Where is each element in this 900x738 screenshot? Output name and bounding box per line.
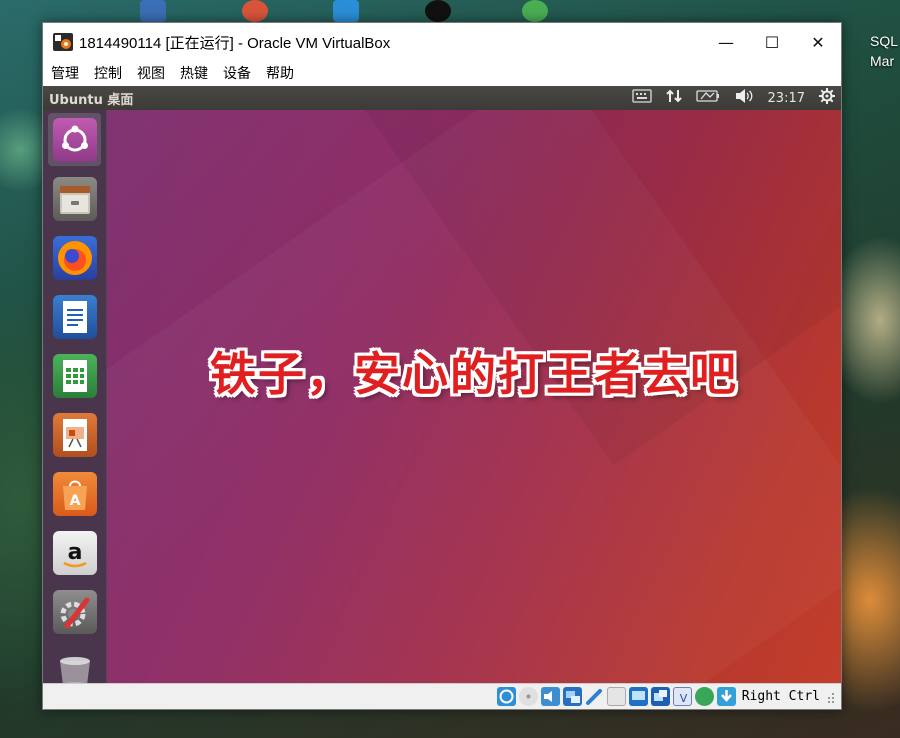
launcher-calc[interactable] — [48, 349, 101, 402]
launcher-firefox[interactable] — [48, 231, 101, 284]
window-title: 1814490114 [正在运行] - Oracle VM VirtualBox — [79, 34, 391, 52]
launcher-writer[interactable] — [48, 290, 101, 343]
title-bar[interactable]: 1814490114 [正在运行] - Oracle VM VirtualBox… — [43, 23, 841, 61]
optical-disk-icon[interactable] — [518, 687, 538, 706]
shared-folder-icon[interactable] — [606, 687, 626, 706]
launcher-dash[interactable] — [48, 113, 101, 166]
battery-icon[interactable] — [695, 89, 720, 107]
launcher-impress[interactable] — [48, 408, 101, 461]
system-tray: 23:17 — [631, 88, 835, 108]
download-icon[interactable] — [716, 687, 736, 706]
video-capture-icon[interactable] — [650, 687, 670, 706]
close-button[interactable]: ✕ — [795, 23, 841, 61]
virtualbox-window: 1814490114 [正在运行] - Oracle VM VirtualBox… — [42, 22, 842, 710]
desktop-app-icon-2[interactable] — [242, 0, 268, 22]
amazon-icon: a — [52, 530, 97, 575]
keyboard-icon[interactable] — [631, 89, 652, 107]
virtualbox-app-icon — [53, 33, 73, 51]
menu-bar: 管理 控制 视图 热键 设备 帮助 — [43, 61, 841, 85]
desktop-app-icon-5[interactable] — [522, 0, 548, 22]
launcher-software[interactable]: A — [48, 467, 101, 520]
menu-help[interactable]: 帮助 — [266, 63, 294, 83]
system-settings-icon — [52, 589, 97, 634]
display-icon[interactable] — [628, 687, 648, 706]
maximize-button[interactable]: ☐ — [749, 23, 795, 61]
menu-devices[interactable]: 设备 — [223, 63, 251, 83]
svg-text:a: a — [67, 540, 82, 565]
launcher-amazon[interactable]: a — [48, 526, 101, 579]
desktop-label-sql[interactable]: SQL — [870, 33, 900, 49]
usb-icon[interactable] — [585, 687, 604, 706]
status-bar: V Right Ctrl — [43, 683, 841, 709]
mouse-integration-icon[interactable] — [694, 687, 714, 706]
hard-disk-icon[interactable] — [496, 687, 516, 706]
desktop-app-icon-3[interactable] — [333, 0, 359, 22]
resize-grip-icon[interactable] — [825, 690, 835, 704]
network-adapter-icon[interactable] — [562, 687, 582, 706]
panel-title: Ubuntu 桌面 — [49, 92, 134, 108]
menu-control[interactable]: 控制 — [94, 63, 122, 83]
desktop-app-icon-1[interactable] — [140, 0, 166, 22]
audio-icon[interactable] — [540, 687, 560, 706]
desktop-label-mar[interactable]: Mar — [870, 53, 900, 69]
ubuntu-dash-icon — [52, 117, 97, 162]
gear-icon[interactable] — [819, 88, 835, 108]
svg-text:V: V — [679, 692, 687, 705]
overlay-caption: 铁子，安心的打王者去吧 — [210, 347, 738, 401]
software-center-icon: A — [52, 471, 97, 516]
host-key-label[interactable]: Right Ctrl — [742, 689, 820, 704]
qq-icon[interactable] — [425, 0, 451, 22]
firefox-icon — [52, 235, 97, 280]
writer-icon — [52, 294, 97, 339]
launcher-settings[interactable] — [48, 585, 101, 638]
minimize-button[interactable]: — — [703, 23, 749, 61]
ubuntu-wallpaper[interactable]: 铁子，安心的打王者去吧 — [107, 110, 841, 684]
network-icon[interactable] — [665, 88, 682, 108]
menu-manage[interactable]: 管理 — [51, 63, 79, 83]
ubuntu-top-panel: Ubuntu 桌面 23:17 — [43, 86, 841, 110]
files-icon — [52, 176, 97, 221]
menu-view[interactable]: 视图 — [137, 63, 165, 83]
launcher-files[interactable] — [48, 172, 101, 225]
calc-icon — [52, 353, 97, 398]
impress-icon — [52, 412, 97, 457]
svg-text:A: A — [69, 493, 80, 509]
volume-icon[interactable] — [734, 88, 754, 108]
ubuntu-launcher: A a — [43, 110, 107, 688]
guest-screen[interactable]: Ubuntu 桌面 23:17 A a 铁子，安心的打王者去吧 — [43, 86, 841, 688]
clock[interactable]: 23:17 — [768, 91, 805, 106]
virtualization-icon[interactable]: V — [672, 687, 692, 706]
menu-hotkeys[interactable]: 热键 — [180, 63, 208, 83]
